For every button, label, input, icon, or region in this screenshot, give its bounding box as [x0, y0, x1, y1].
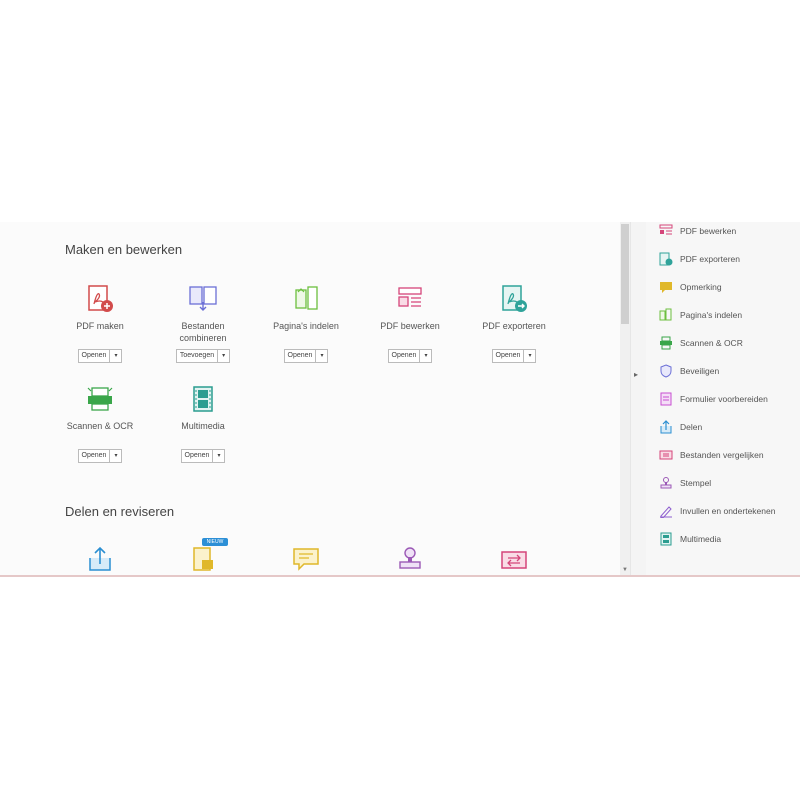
- tool-pdf-bewerken[interactable]: PDF bewerken Openen ▾: [365, 284, 455, 363]
- stamp-icon: [395, 544, 425, 574]
- export-pdf-icon: [499, 284, 529, 314]
- scan-icon: [85, 384, 115, 414]
- collapse-arrow-icon[interactable]: ▸: [634, 370, 638, 379]
- sidebar-item-pdf-exporteren[interactable]: PDF exporteren: [659, 249, 740, 269]
- acrobat-tools-window: Maken en bewerken PDF maken Openen ▾ Best…: [0, 222, 800, 577]
- film-icon: [660, 532, 672, 546]
- tool-multimedia[interactable]: Multimedia Openen ▾: [158, 384, 248, 463]
- tool-stempel[interactable]: [365, 544, 455, 574]
- open-button[interactable]: Openen ▾: [387, 349, 433, 363]
- tool-label: Scannen & OCR: [66, 421, 134, 431]
- tools-sidebar: PDF bewerken PDF exporteren Opmerking Pa…: [646, 222, 800, 575]
- chevron-down-icon[interactable]: ▾: [420, 350, 431, 362]
- sidebar-item-paginas-indelen[interactable]: Pagina's indelen: [659, 305, 742, 325]
- form-icon: [660, 392, 672, 406]
- tool-paginas-indelen[interactable]: Pagina's indelen Openen ▾: [261, 284, 351, 363]
- sidebar-item-label: Pagina's indelen: [680, 310, 743, 320]
- tool-delen[interactable]: [55, 544, 145, 574]
- tool-pdf-exporteren[interactable]: PDF exporteren Openen ▾: [469, 284, 559, 363]
- tool-label: Pagina's indelen: [273, 321, 339, 331]
- edit-pdf-icon: [395, 284, 425, 314]
- chevron-down-icon[interactable]: ▾: [316, 350, 327, 362]
- chevron-down-icon[interactable]: ▾: [110, 450, 121, 462]
- sidebar-item-pdf-bewerken[interactable]: PDF bewerken: [659, 222, 736, 241]
- sidebar-item-label: Beveiligen: [680, 366, 720, 376]
- shield-icon: [660, 364, 672, 378]
- tool-bestanden-vergelijken[interactable]: [469, 544, 559, 574]
- stamp-icon: [660, 477, 672, 489]
- open-button[interactable]: Openen ▾: [180, 449, 226, 463]
- tool-opmerking[interactable]: [261, 544, 351, 574]
- add-button[interactable]: Toevoegen ▾: [175, 349, 231, 363]
- sidebar-item-label: Opmerking: [680, 282, 722, 292]
- tool-label: PDF bewerken: [380, 321, 440, 331]
- tool-label: Multimedia: [181, 421, 225, 431]
- chevron-down-icon[interactable]: ▾: [110, 350, 121, 362]
- scrollbar-thumb[interactable]: [621, 224, 629, 324]
- share-icon: [660, 420, 672, 434]
- open-button[interactable]: Openen ▾: [491, 349, 537, 363]
- open-button[interactable]: Openen ▾: [283, 349, 329, 363]
- chevron-down-icon[interactable]: ▾: [218, 350, 229, 362]
- section-title-share: Delen en reviseren: [65, 504, 175, 519]
- scroll-down-icon[interactable]: ▼: [620, 567, 630, 573]
- compare-icon: [659, 450, 673, 460]
- pane-collapse-strip[interactable]: ▸: [630, 222, 646, 575]
- vertical-scrollbar[interactable]: ▼: [620, 222, 630, 575]
- organize-pages-icon: [291, 284, 321, 314]
- sidebar-item-scannen-ocr[interactable]: Scannen & OCR: [659, 333, 743, 353]
- sidebar-item-label: PDF bewerken: [680, 226, 737, 236]
- film-icon: [188, 384, 218, 414]
- chevron-down-icon[interactable]: ▾: [524, 350, 535, 362]
- open-button[interactable]: Openen ▾: [77, 449, 123, 463]
- tool-label: PDF exporteren: [482, 321, 546, 331]
- tool-bestanden-combineren[interactable]: Bestanden combineren Toevoegen ▾: [158, 284, 248, 363]
- sidebar-item-label: Stempel: [680, 478, 712, 488]
- sidebar-item-label: Delen: [680, 422, 703, 432]
- sidebar-item-label: Scannen & OCR: [680, 338, 743, 348]
- tool-pdf-maken[interactable]: PDF maken Openen ▾: [55, 284, 145, 363]
- comment-icon: [291, 544, 321, 574]
- send-comments-icon: [188, 544, 218, 574]
- sidebar-item-bestanden-vergelijken[interactable]: Bestanden vergelijken: [659, 445, 764, 465]
- combine-files-icon: [188, 284, 218, 314]
- tools-panel: Maken en bewerken PDF maken Openen ▾ Best…: [0, 222, 620, 575]
- sidebar-item-formulier-voorbereiden[interactable]: Formulier voorbereiden: [659, 389, 768, 409]
- edit-pdf-icon: [659, 224, 673, 235]
- scan-icon: [660, 336, 672, 350]
- sidebar-item-opmerking[interactable]: Opmerking: [659, 277, 722, 297]
- compare-icon: [499, 544, 529, 574]
- organize-pages-icon: [659, 308, 672, 321]
- chevron-down-icon[interactable]: ▾: [213, 450, 224, 462]
- window-bottom-border: [0, 575, 800, 577]
- tool-send-comments[interactable]: [158, 544, 248, 574]
- sidebar-item-multimedia[interactable]: Multimedia: [659, 529, 721, 549]
- sidebar-item-label: Invullen en ondertekenen: [680, 506, 776, 516]
- comment-icon: [660, 282, 672, 293]
- sidebar-item-delen[interactable]: Delen: [659, 417, 702, 437]
- sidebar-item-beveiligen[interactable]: Beveiligen: [659, 361, 719, 381]
- sidebar-item-label: Formulier voorbereiden: [680, 394, 768, 404]
- section-title-make: Maken en bewerken: [65, 242, 183, 257]
- tool-label: Bestanden combineren: [179, 321, 227, 343]
- open-button[interactable]: Openen ▾: [77, 349, 123, 363]
- share-icon: [85, 544, 115, 574]
- fill-sign-icon: [660, 506, 672, 518]
- sidebar-item-stempel[interactable]: Stempel: [659, 473, 711, 493]
- new-badge: NIEUW: [202, 538, 228, 546]
- tool-label: PDF maken: [76, 321, 124, 331]
- sidebar-item-label: Multimedia: [680, 534, 722, 544]
- pdf-create-icon: [85, 284, 115, 314]
- tool-scannen-ocr[interactable]: Scannen & OCR Openen ▾: [55, 384, 145, 463]
- sidebar-item-invullen-ondertekenen[interactable]: Invullen en ondertekenen: [659, 501, 775, 521]
- sidebar-item-label: PDF exporteren: [680, 254, 740, 264]
- sidebar-item-label: Bestanden vergelijken: [680, 450, 764, 460]
- export-pdf-icon: [659, 252, 673, 266]
